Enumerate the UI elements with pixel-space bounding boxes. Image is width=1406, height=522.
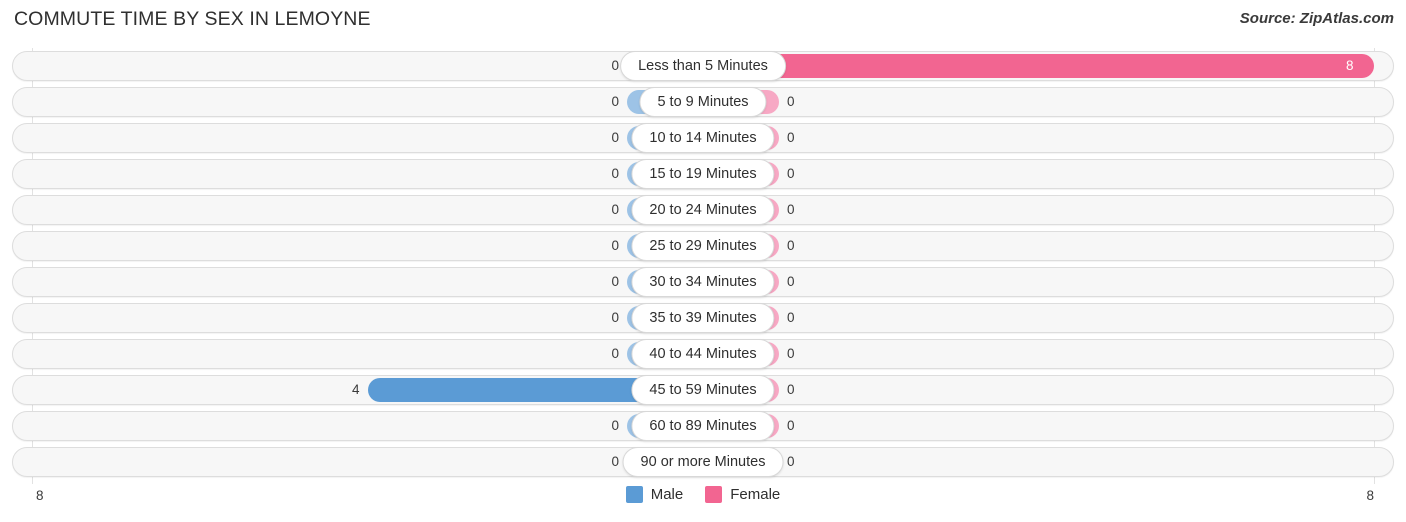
bar-row: 0 0 5 to 9 Minutes <box>0 84 1406 120</box>
male-half: 0 <box>32 234 703 258</box>
legend-label: Female <box>730 486 781 503</box>
female-value-label: 0 <box>787 274 795 289</box>
female-value-label: 0 <box>787 238 795 253</box>
male-value-label: 0 <box>611 130 619 145</box>
male-half: 0 <box>32 126 703 150</box>
male-value-label: 0 <box>611 274 619 289</box>
bar-row: 0 0 40 to 44 Minutes <box>0 336 1406 372</box>
bar-row: 0 0 15 to 19 Minutes <box>0 156 1406 192</box>
legend-item-female[interactable]: Female <box>705 486 780 503</box>
male-half: 0 <box>32 162 703 186</box>
bar-row: 4 0 45 to 59 Minutes <box>0 372 1406 408</box>
category-label[interactable]: 90 or more Minutes <box>622 447 784 477</box>
female-value-label: 0 <box>787 418 795 433</box>
source-attribution: Source: ZipAtlas.com <box>1239 10 1394 27</box>
category-label[interactable]: 20 to 24 Minutes <box>631 195 775 225</box>
category-label[interactable]: 25 to 29 Minutes <box>631 231 775 261</box>
male-half: 0 <box>32 306 703 330</box>
bar-row: 0 0 90 or more Minutes <box>0 444 1406 480</box>
category-label[interactable]: 30 to 34 Minutes <box>631 267 775 297</box>
female-half: 0 <box>703 126 1374 150</box>
female-value-label: 0 <box>787 130 795 145</box>
female-value-label: 0 <box>787 346 795 361</box>
female-value-label: 0 <box>787 310 795 325</box>
bar-row: 0 0 25 to 29 Minutes <box>0 228 1406 264</box>
female-half: 0 <box>703 342 1374 366</box>
male-value-label: 0 <box>611 238 619 253</box>
female-value-label: 0 <box>787 202 795 217</box>
female-half: 0 <box>703 270 1374 294</box>
female-value-label: 0 <box>787 94 795 109</box>
female-half: 0 <box>703 414 1374 438</box>
female-value-label: 8 <box>1346 58 1354 73</box>
category-label[interactable]: 60 to 89 Minutes <box>631 411 775 441</box>
female-value-label: 0 <box>787 166 795 181</box>
legend-label: Male <box>650 486 684 503</box>
male-half: 0 <box>32 414 703 438</box>
bar-row: 0 8 Less than 5 Minutes <box>0 48 1406 84</box>
plot-area: 0 8 Less than 5 Minutes 0 0 5 to 9 Minutes 0 0 1… <box>0 48 1406 484</box>
female-half: 0 <box>703 450 1374 474</box>
bar-rows: 0 8 Less than 5 Minutes 0 0 5 to 9 Minutes 0 0 1… <box>0 48 1406 480</box>
male-value-label: 0 <box>611 58 619 73</box>
category-label[interactable]: 35 to 39 Minutes <box>631 303 775 333</box>
female-half: 0 <box>703 162 1374 186</box>
bar-row: 0 0 20 to 24 Minutes <box>0 192 1406 228</box>
chart-legend: Male Female <box>0 486 1406 503</box>
male-value-label: 0 <box>611 454 619 469</box>
male-value-label: 0 <box>611 202 619 217</box>
male-value-label: 0 <box>611 310 619 325</box>
male-half: 0 <box>32 90 703 114</box>
female-half: 0 <box>703 90 1374 114</box>
legend-item-male[interactable]: Male <box>625 486 684 503</box>
male-half: 0 <box>32 198 703 222</box>
male-value-label: 0 <box>611 94 619 109</box>
category-label[interactable]: 15 to 19 Minutes <box>631 159 775 189</box>
male-value-label: 0 <box>611 346 619 361</box>
female-half: 0 <box>703 198 1374 222</box>
female-half: 8 <box>703 54 1374 78</box>
male-half: 0 <box>32 270 703 294</box>
legend-swatch-icon <box>705 486 723 503</box>
category-label[interactable]: 5 to 9 Minutes <box>639 87 767 117</box>
female-half: 0 <box>703 234 1374 258</box>
category-label[interactable]: Less than 5 Minutes <box>620 51 786 81</box>
male-value-label: 0 <box>611 166 619 181</box>
female-half: 0 <box>703 378 1374 402</box>
female-value-label: 0 <box>787 382 795 397</box>
male-half: 4 <box>32 378 703 402</box>
male-half: 0 <box>32 450 703 474</box>
bar-row: 0 0 10 to 14 Minutes <box>0 120 1406 156</box>
female-value-label: 0 <box>787 454 795 469</box>
female-bar[interactable] <box>703 54 1374 78</box>
bar-row: 0 0 35 to 39 Minutes <box>0 300 1406 336</box>
male-half: 0 <box>32 54 703 78</box>
male-half: 0 <box>32 342 703 366</box>
chart-root: COMMUTE TIME BY SEX IN LEMOYNE Source: Z… <box>0 0 1406 522</box>
bar-row: 0 0 30 to 34 Minutes <box>0 264 1406 300</box>
male-value-label: 0 <box>611 418 619 433</box>
category-label[interactable]: 40 to 44 Minutes <box>631 339 775 369</box>
legend-swatch-icon <box>625 486 643 503</box>
category-label[interactable]: 10 to 14 Minutes <box>631 123 775 153</box>
bar-row: 0 0 60 to 89 Minutes <box>0 408 1406 444</box>
category-label[interactable]: 45 to 59 Minutes <box>631 375 775 405</box>
male-value-label: 4 <box>351 382 360 397</box>
female-half: 0 <box>703 306 1374 330</box>
page-title: COMMUTE TIME BY SEX IN LEMOYNE <box>14 8 371 30</box>
